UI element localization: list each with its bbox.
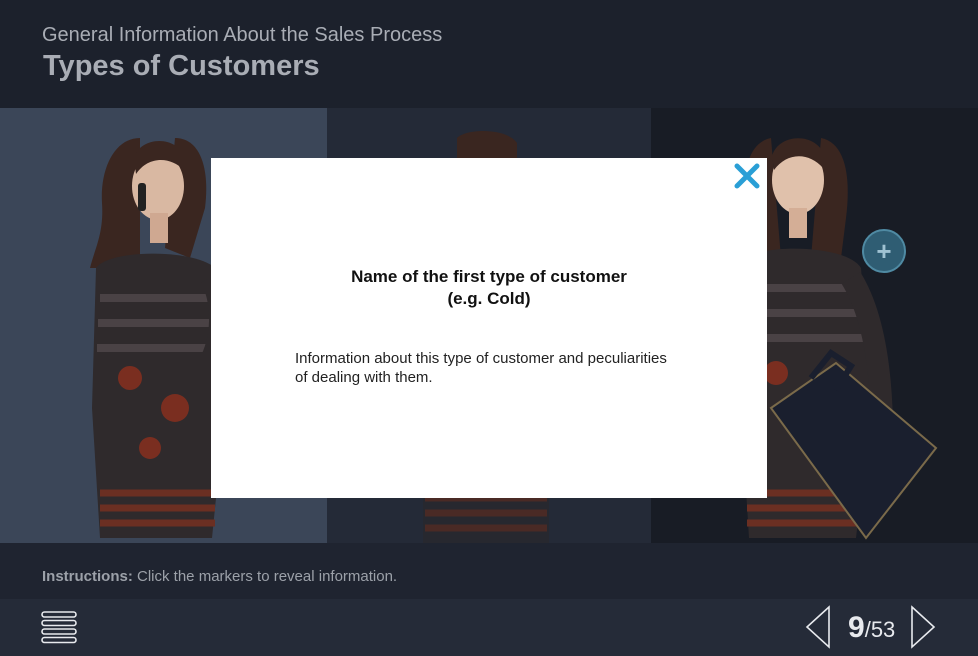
modal-body-line-2: of dealing with them.: [295, 369, 433, 386]
footer-nav: 9/53: [0, 599, 978, 656]
modal-heading-line-2: (e.g. Cold): [447, 289, 531, 308]
instructions-message: Click the markers to reveal information.: [132, 568, 398, 585]
page-current: 9: [848, 611, 865, 644]
page-total: 53: [870, 617, 896, 642]
modal-heading-line-1: Name of the first type of customer: [351, 267, 627, 286]
chevron-left-icon[interactable]: [805, 605, 831, 649]
page-counter: 9/53: [848, 611, 895, 645]
modal-heading: Name of the first type of customer (e.g.…: [211, 266, 767, 310]
instructions-bar: Instructions: Click the markers to revea…: [0, 543, 978, 599]
instructions-label: Instructions:: [42, 568, 133, 585]
info-modal: Name of the first type of customer (e.g.…: [211, 158, 767, 498]
course-subtitle: General Information About the Sales Proc…: [42, 24, 443, 46]
modal-overlay: Name of the first type of customer (e.g.…: [0, 108, 978, 543]
instructions-text: Instructions: Click the markers to revea…: [42, 568, 397, 585]
modal-body-line-1: Information about this type of customer …: [295, 350, 667, 367]
chevron-right-icon[interactable]: [910, 605, 936, 649]
customer-types-stage: + Name of the first type of customer (e.…: [0, 108, 978, 543]
close-icon[interactable]: [733, 162, 761, 190]
page-title: Types of Customers: [43, 50, 320, 82]
hamburger-menu-icon[interactable]: [40, 610, 78, 644]
header: General Information About the Sales Proc…: [0, 0, 978, 108]
modal-body-text: Information about this type of customer …: [295, 349, 705, 387]
